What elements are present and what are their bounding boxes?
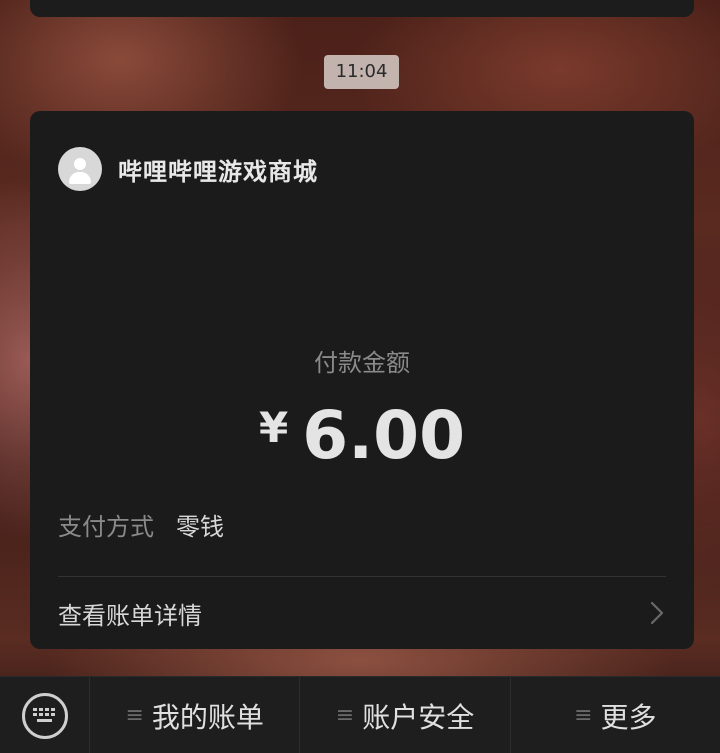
payment-amount: ¥6.00 (30, 397, 694, 474)
view-bill-details-link[interactable]: 查看账单详情 (30, 577, 694, 649)
merchant-header: 哔哩哔哩游戏商城 (58, 147, 318, 191)
keyboard-icon (21, 692, 68, 739)
menu-icon: ≡ (574, 703, 593, 728)
previous-message-card[interactable] (30, 0, 694, 17)
menu-my-bills[interactable]: ≡ 我的账单 (90, 677, 301, 753)
menu-my-bills-label: 我的账单 (151, 700, 264, 734)
currency-symbol: ¥ (258, 403, 289, 452)
bottom-menu-bar: ≡ 我的账单 ≡ 账户安全 ≡ 更多 (0, 676, 720, 753)
payment-method-row: 支付方式 零钱 (58, 507, 224, 542)
amount-label: 付款金额 (314, 349, 410, 377)
message-timestamp: 11:04 (324, 55, 399, 89)
payment-method-label: 支付方式 (58, 513, 154, 541)
payment-method-value: 零钱 (176, 513, 224, 541)
merchant-name: 哔哩哔哩游戏商城 (118, 157, 318, 186)
payment-notification-card[interactable]: 哔哩哔哩游戏商城 付款金额 ¥6.00 支付方式 零钱 查看账单详情 (30, 111, 694, 649)
menu-more-label: 更多 (600, 700, 657, 734)
chevron-right-icon (650, 601, 664, 625)
menu-account-security[interactable]: ≡ 账户安全 (300, 677, 511, 753)
amount-value: 6.00 (302, 397, 466, 474)
view-bill-details-label: 查看账单详情 (58, 601, 202, 630)
menu-icon: ≡ (125, 703, 144, 728)
menu-account-security-label: 账户安全 (362, 700, 475, 734)
menu-more[interactable]: ≡ 更多 (511, 677, 720, 753)
merchant-avatar-icon (58, 147, 102, 191)
menu-icon: ≡ (335, 703, 355, 728)
keyboard-toggle-button[interactable] (0, 677, 90, 753)
